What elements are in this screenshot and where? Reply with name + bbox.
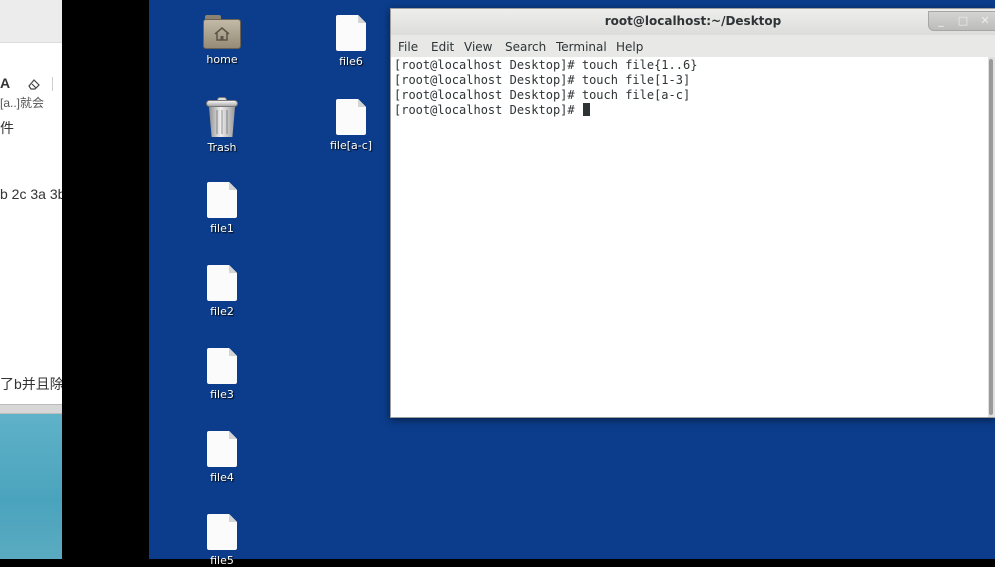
editor-text-line: 了b并且除 bbox=[0, 376, 62, 392]
terminal-line: [root@localhost Desktop]# touch file[a-c… bbox=[394, 88, 690, 103]
desktop-icon-file2[interactable]: file2 bbox=[177, 265, 267, 318]
close-button[interactable]: ✕ bbox=[974, 12, 995, 30]
menu-edit[interactable]: Edit bbox=[431, 40, 454, 54]
eraser-icon[interactable] bbox=[27, 76, 41, 90]
maximize-button[interactable]: □ bbox=[952, 12, 974, 30]
terminal-prompt-line[interactable]: [root@localhost Desktop]# bbox=[394, 103, 590, 118]
terminal-line-text: [root@localhost Desktop]# touch file{1..… bbox=[394, 58, 698, 72]
terminal-prompt: [root@localhost Desktop]# bbox=[394, 103, 575, 117]
file-icon bbox=[207, 348, 237, 384]
file-icon bbox=[207, 431, 237, 467]
desktop-icon-label: file[a-c] bbox=[329, 139, 373, 152]
desktop-icon-label: file4 bbox=[210, 471, 234, 484]
terminal-titlebar[interactable]: root@localhost:~/Desktop _ □ ✕ bbox=[391, 9, 995, 35]
toolbar-separator bbox=[52, 77, 53, 91]
menu-search[interactable]: Search bbox=[505, 40, 546, 54]
editor-text-line: b 2c 3a 3b bbox=[0, 186, 62, 202]
left-window-titlebar bbox=[0, 0, 62, 43]
file-icon bbox=[207, 182, 237, 218]
trash-icon bbox=[206, 97, 238, 137]
text-cursor bbox=[582, 103, 590, 116]
menu-view[interactable]: View bbox=[464, 40, 492, 54]
menu-terminal[interactable]: Terminal bbox=[556, 40, 607, 54]
minimize-button[interactable]: _ bbox=[930, 12, 952, 30]
file-icon bbox=[207, 265, 237, 301]
desktop-icon-label: file1 bbox=[210, 222, 234, 235]
terminal-menubar: File Edit View Search Terminal Help bbox=[391, 37, 995, 57]
bold-a-button[interactable]: A bbox=[0, 75, 10, 91]
desktop-icon-label: Trash bbox=[207, 141, 237, 154]
menu-file[interactable]: File bbox=[398, 40, 418, 54]
terminal-line: [root@localhost Desktop]# touch file{1..… bbox=[394, 58, 697, 73]
terminal-scrollbar[interactable] bbox=[988, 57, 995, 417]
screen-gap bbox=[62, 0, 149, 559]
menu-help[interactable]: Help bbox=[616, 40, 643, 54]
scrollbar-thumb[interactable] bbox=[989, 59, 993, 415]
desktop-icon-file6[interactable]: file6 bbox=[306, 15, 396, 68]
window-title: root@localhost:~/Desktop bbox=[604, 14, 782, 28]
terminal-line-text: [root@localhost Desktop]# touch file[a-c… bbox=[394, 88, 691, 102]
panel-divider[interactable] bbox=[0, 404, 62, 414]
preview-image bbox=[0, 414, 62, 559]
desktop-icon-label: file3 bbox=[210, 388, 234, 401]
terminal-line-text: [root@localhost Desktop]# touch file[1-3… bbox=[394, 73, 691, 87]
desktop-icon-trash[interactable]: Trash bbox=[177, 97, 267, 154]
desktop-icon-label: file5 bbox=[210, 554, 234, 567]
terminal-window[interactable]: root@localhost:~/Desktop _ □ ✕ File Edit… bbox=[390, 8, 995, 418]
file-icon bbox=[336, 15, 366, 51]
desktop-icon-file1[interactable]: file1 bbox=[177, 182, 267, 235]
terminal-output[interactable]: [root@localhost Desktop]# touch file{1..… bbox=[391, 57, 988, 417]
terminal-line: [root@localhost Desktop]# touch file[1-3… bbox=[394, 73, 690, 88]
desktop-icon-file3[interactable]: file3 bbox=[177, 348, 267, 401]
file-icon bbox=[207, 514, 237, 550]
desktop-icon-file5[interactable]: file5 bbox=[177, 514, 267, 567]
folder-home-icon bbox=[203, 15, 241, 49]
desktop-icon-label: file2 bbox=[210, 305, 234, 318]
desktop-icon-label: home bbox=[206, 53, 238, 66]
editor-text-line: 件 bbox=[0, 120, 14, 136]
window-controls: _ □ ✕ bbox=[928, 11, 995, 31]
desktop-icon-home[interactable]: home bbox=[177, 15, 267, 66]
editor-text-line: [a..]就会 bbox=[0, 96, 45, 110]
left-editor-window: A [a..]就会 件 b 2c 3a 3b 了b并且除 bbox=[0, 0, 62, 559]
desktop-icon-file4[interactable]: file4 bbox=[177, 431, 267, 484]
desktop-icon-file-a-c[interactable]: file[a-c] bbox=[306, 99, 396, 152]
file-icon bbox=[336, 99, 366, 135]
desktop-icon-label: file6 bbox=[339, 55, 363, 68]
